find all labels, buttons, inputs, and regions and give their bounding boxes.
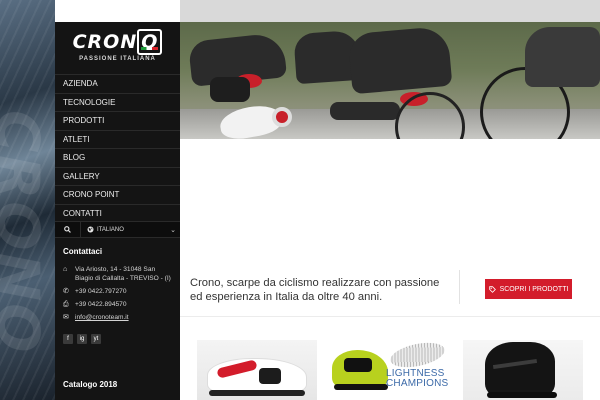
social-links: f ig yt xyxy=(55,334,180,344)
nav-item-gallery[interactable]: GALLERY xyxy=(55,166,180,186)
contacts-title: Contattaci xyxy=(63,247,103,256)
nav-item-contatti[interactable]: CONTATTI xyxy=(55,203,180,222)
globe-icon xyxy=(87,226,94,233)
main-nav: AZIENDA TECNOLOGIE PRODOTTI ATLETI BLOG … xyxy=(55,74,180,222)
contact-phone: ✆ +39 0422.797270 xyxy=(63,287,172,296)
logo-text: CRON xyxy=(72,30,138,53)
logo-flag-letter: O xyxy=(137,28,163,55)
lightness-champions-title: LIGHTNESS CHAMPIONS xyxy=(386,368,449,389)
top-bar xyxy=(180,0,600,22)
fax-text: +39 0422.894570 xyxy=(75,301,127,308)
email-link[interactable]: info@cronoteam.it xyxy=(75,313,129,322)
brand-logo[interactable]: CRON O PASSIONE ITALIANA xyxy=(55,22,180,64)
section-divider xyxy=(180,316,600,317)
contact-fax: ⎙ +39 0422.894570 xyxy=(63,300,172,309)
feather-image xyxy=(388,340,447,372)
nav-item-atleti[interactable]: ATLETI xyxy=(55,129,180,149)
logo-tagline: PASSIONE ITALIANA xyxy=(79,55,156,62)
product-card-3[interactable] xyxy=(463,340,583,400)
contacts-section: Contattaci ⌂ Via Ariosto, 14 - 31048 San… xyxy=(55,238,180,322)
contact-email: ✉ info@cronoteam.it xyxy=(63,313,172,322)
chevron-down-icon[interactable]: ⌄ xyxy=(166,226,180,234)
nav-item-prodotti[interactable]: PRODOTTI xyxy=(55,111,180,130)
cta-label: SCOPRI I PRODOTTI xyxy=(499,285,569,293)
phone-icon: ✆ xyxy=(63,288,69,295)
fax-icon: ⎙ xyxy=(63,301,69,308)
catalog-title[interactable]: Catalogo 2018 xyxy=(63,380,117,389)
nav-item-azienda[interactable]: AZIENDA xyxy=(55,74,180,93)
home-icon: ⌂ xyxy=(63,266,68,273)
nav-item-crono-point[interactable]: CRONO POINT xyxy=(55,185,180,204)
nav-item-blog[interactable]: BLOG xyxy=(55,148,180,167)
phone-text[interactable]: +39 0422.797270 xyxy=(75,287,127,296)
address-text: Via Ariosto, 14 - 31048 San Biagio di Ca… xyxy=(75,266,171,282)
background-watermark: CRONO xyxy=(0,110,52,355)
sidebar: CRON O PASSIONE ITALIANA AZIENDA TECNOLOG… xyxy=(55,22,180,400)
tag-icon xyxy=(488,285,496,293)
product-card-2[interactable]: LIGHTNESS CHAMPIONS xyxy=(330,340,450,400)
shoe-image xyxy=(485,342,555,398)
background-texture: CRONO xyxy=(0,0,55,400)
mail-icon: ✉ xyxy=(63,314,69,321)
discover-products-button[interactable]: SCOPRI I PRODOTTI xyxy=(485,279,572,299)
language-label: ITALIANO xyxy=(97,226,124,233)
search-button[interactable] xyxy=(55,221,81,238)
instagram-icon[interactable]: ig xyxy=(77,334,87,344)
search-icon xyxy=(64,226,71,233)
page: CRONO CRON O PASSIONE ITALIANA AZIENDA TE… xyxy=(0,0,600,400)
youtube-icon[interactable]: yt xyxy=(91,334,101,344)
facebook-icon[interactable]: f xyxy=(63,334,73,344)
intro-text: Crono, scarpe da ciclismo realizzare con… xyxy=(190,277,440,303)
nav-item-tecnologie[interactable]: TECNOLOGIE xyxy=(55,92,180,112)
language-selector[interactable]: ITALIANO xyxy=(81,226,166,233)
hero-image xyxy=(180,22,600,139)
contact-address: ⌂ Via Ariosto, 14 - 31048 San Biagio di … xyxy=(63,265,172,283)
divider xyxy=(459,270,460,304)
product-card-1[interactable] xyxy=(197,340,317,400)
search-language-row: ITALIANO ⌄ xyxy=(55,221,180,238)
